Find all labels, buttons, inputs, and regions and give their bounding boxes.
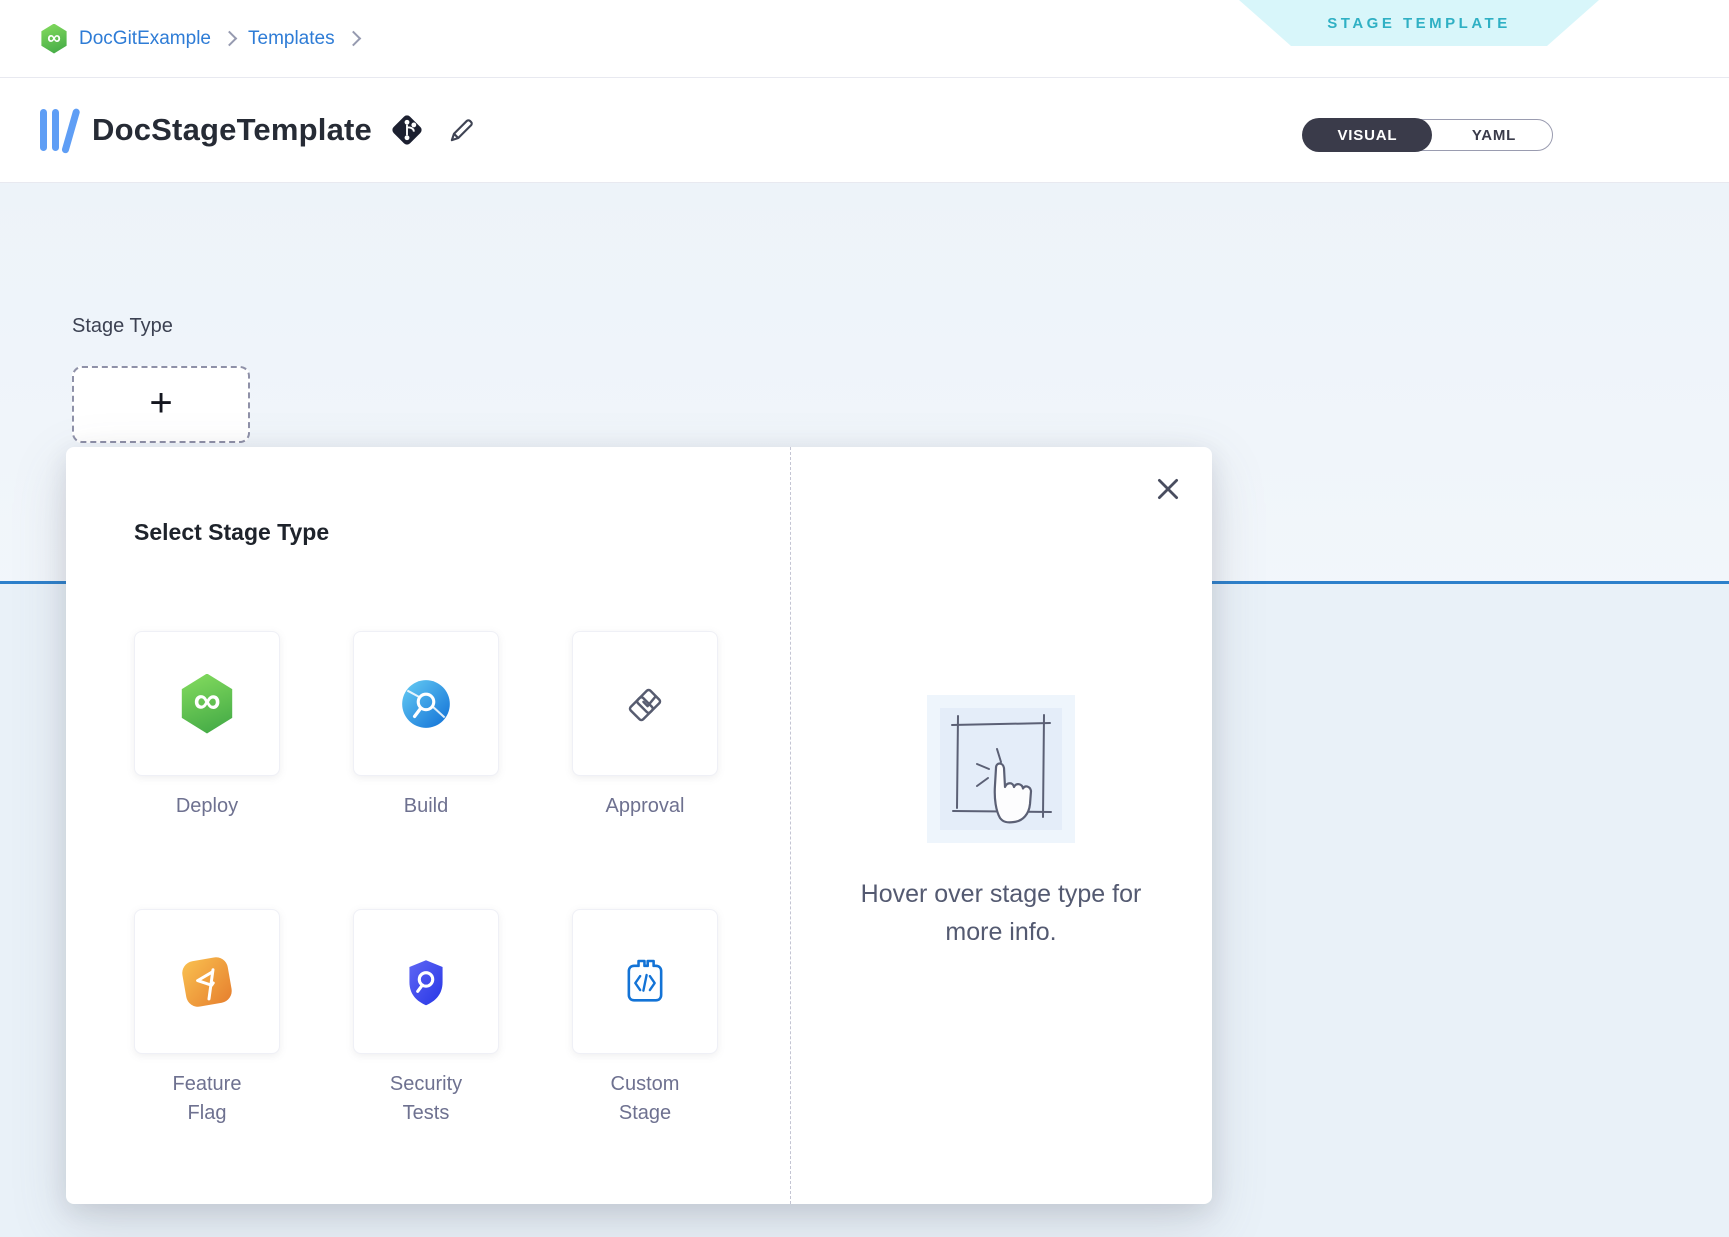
stage-type-feature-flag[interactable]: Feature Flag — [134, 909, 280, 1128]
cd-hexagon-icon: ∞ — [179, 674, 235, 734]
breadcrumb: ∞ DocGitExample Templates — [40, 0, 361, 77]
hover-hint-text: Hover over stage type for more info. — [830, 875, 1172, 951]
title-group: DocStageTemplate — [40, 78, 478, 182]
stage-template-badge-label: STAGE TEMPLATE — [1327, 15, 1510, 32]
stage-template-badge: STAGE TEMPLATE — [1239, 0, 1599, 46]
toggle-visual[interactable]: VISUAL — [1302, 118, 1432, 151]
stage-type-label-approval: Approval — [606, 792, 685, 821]
stage-type-build[interactable]: Build — [353, 631, 499, 821]
breadcrumb-templates-link[interactable]: Templates — [248, 28, 335, 50]
build-tile[interactable] — [353, 631, 499, 776]
select-stage-type-modal: Select Stage Type ∞ Deploy — [66, 447, 1212, 1204]
stage-type-label-custom-stage: Custom Stage — [589, 1070, 701, 1128]
stage-type-label-feature-flag: Feature Flag — [151, 1070, 263, 1128]
stage-type-deploy[interactable]: ∞ Deploy — [134, 631, 280, 821]
project-hexagon-icon: ∞ — [40, 24, 68, 54]
approval-diamonds-icon — [616, 675, 674, 733]
visual-yaml-toggle[interactable]: VISUAL YAML — [1303, 119, 1553, 151]
deploy-tile[interactable]: ∞ — [134, 631, 280, 776]
stage-type-label-build: Build — [404, 792, 448, 821]
modal-title: Select Stage Type — [134, 519, 329, 546]
plus-icon: + — [149, 383, 172, 423]
add-stage-button[interactable]: + — [72, 366, 250, 443]
stage-type-row: ∞ Deploy — [134, 631, 718, 821]
security-shield-icon — [397, 953, 455, 1011]
breadcrumb-project-link[interactable]: DocGitExample — [79, 28, 211, 50]
security-tests-tile[interactable] — [353, 909, 499, 1054]
stage-type-label-security-tests: Security Tests — [370, 1070, 482, 1128]
edit-pencil-icon[interactable] — [446, 114, 478, 146]
stage-type-label-deploy: Deploy — [176, 792, 238, 821]
approval-tile[interactable] — [572, 631, 718, 776]
stage-type-label: Stage Type — [72, 315, 173, 338]
pipeline-canvas: Stage Type + Select Stage Type ∞ Deploy — [0, 182, 1729, 1237]
title-bar: DocStageTemplate VISUAL YAML — [0, 78, 1729, 183]
custom-stage-tile[interactable] — [572, 909, 718, 1054]
stage-type-approval[interactable]: Approval — [572, 631, 718, 821]
stage-type-custom-stage[interactable]: Custom Stage — [572, 909, 718, 1128]
stage-info-pane: Hover over stage type for more info. — [790, 447, 1212, 1204]
chevron-right-icon — [345, 31, 361, 47]
hover-illustration — [927, 695, 1075, 843]
breadcrumb-bar: ∞ DocGitExample Templates STAGE TEMPLATE — [0, 0, 1729, 78]
stage-type-row: Feature Flag — [134, 909, 718, 1128]
template-library-icon — [40, 106, 78, 154]
click-hand-sketch-icon — [940, 708, 1062, 830]
custom-stage-icon — [617, 954, 673, 1010]
page-title: DocStageTemplate — [92, 112, 372, 148]
feature-flag-icon — [180, 955, 233, 1008]
stage-type-security-tests[interactable]: Security Tests — [353, 909, 499, 1128]
toggle-yaml[interactable]: YAML — [1436, 120, 1552, 150]
git-diamond-icon[interactable] — [386, 109, 428, 151]
feature-flag-tile[interactable] — [134, 909, 280, 1054]
chevron-right-icon — [222, 31, 238, 47]
ci-sphere-icon — [397, 675, 455, 733]
stage-template-page: ∞ DocGitExample Templates STAGE TEMPLATE… — [0, 0, 1729, 1237]
